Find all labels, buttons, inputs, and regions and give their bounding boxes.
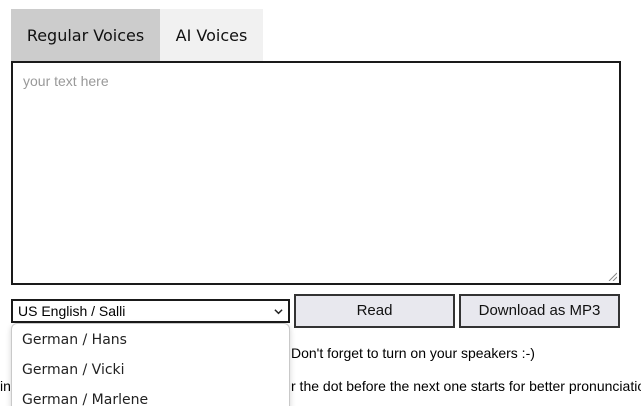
voice-option-german-vicki[interactable]: German / Vicki xyxy=(12,354,289,384)
text-input[interactable]: your text here xyxy=(11,61,621,285)
voice-select-value: US English / Salli xyxy=(18,303,126,319)
chevron-down-icon xyxy=(274,309,283,315)
download-mp3-button[interactable]: Download as MP3 xyxy=(459,294,620,328)
voice-select[interactable]: US English / Salli xyxy=(11,299,290,323)
voice-dropdown-list: German / Hans German / Vicki German / Ma… xyxy=(11,323,290,406)
speakers-hint: Don't forget to turn on your speakers :-… xyxy=(291,345,535,361)
pause-hint-left: in xyxy=(0,378,11,394)
read-button[interactable]: Read xyxy=(294,294,455,328)
voice-tabs: Regular Voices AI Voices xyxy=(11,9,263,61)
resize-grip-icon[interactable] xyxy=(607,271,617,281)
text-input-placeholder: your text here xyxy=(23,73,109,89)
voice-option-german-marlene[interactable]: German / Marlene xyxy=(12,384,289,406)
tab-regular-voices[interactable]: Regular Voices xyxy=(11,9,160,61)
tab-ai-voices[interactable]: AI Voices xyxy=(160,9,263,61)
voice-option-german-hans[interactable]: German / Hans xyxy=(12,324,289,354)
pause-hint-right: r the dot before the next one starts for… xyxy=(291,378,641,394)
